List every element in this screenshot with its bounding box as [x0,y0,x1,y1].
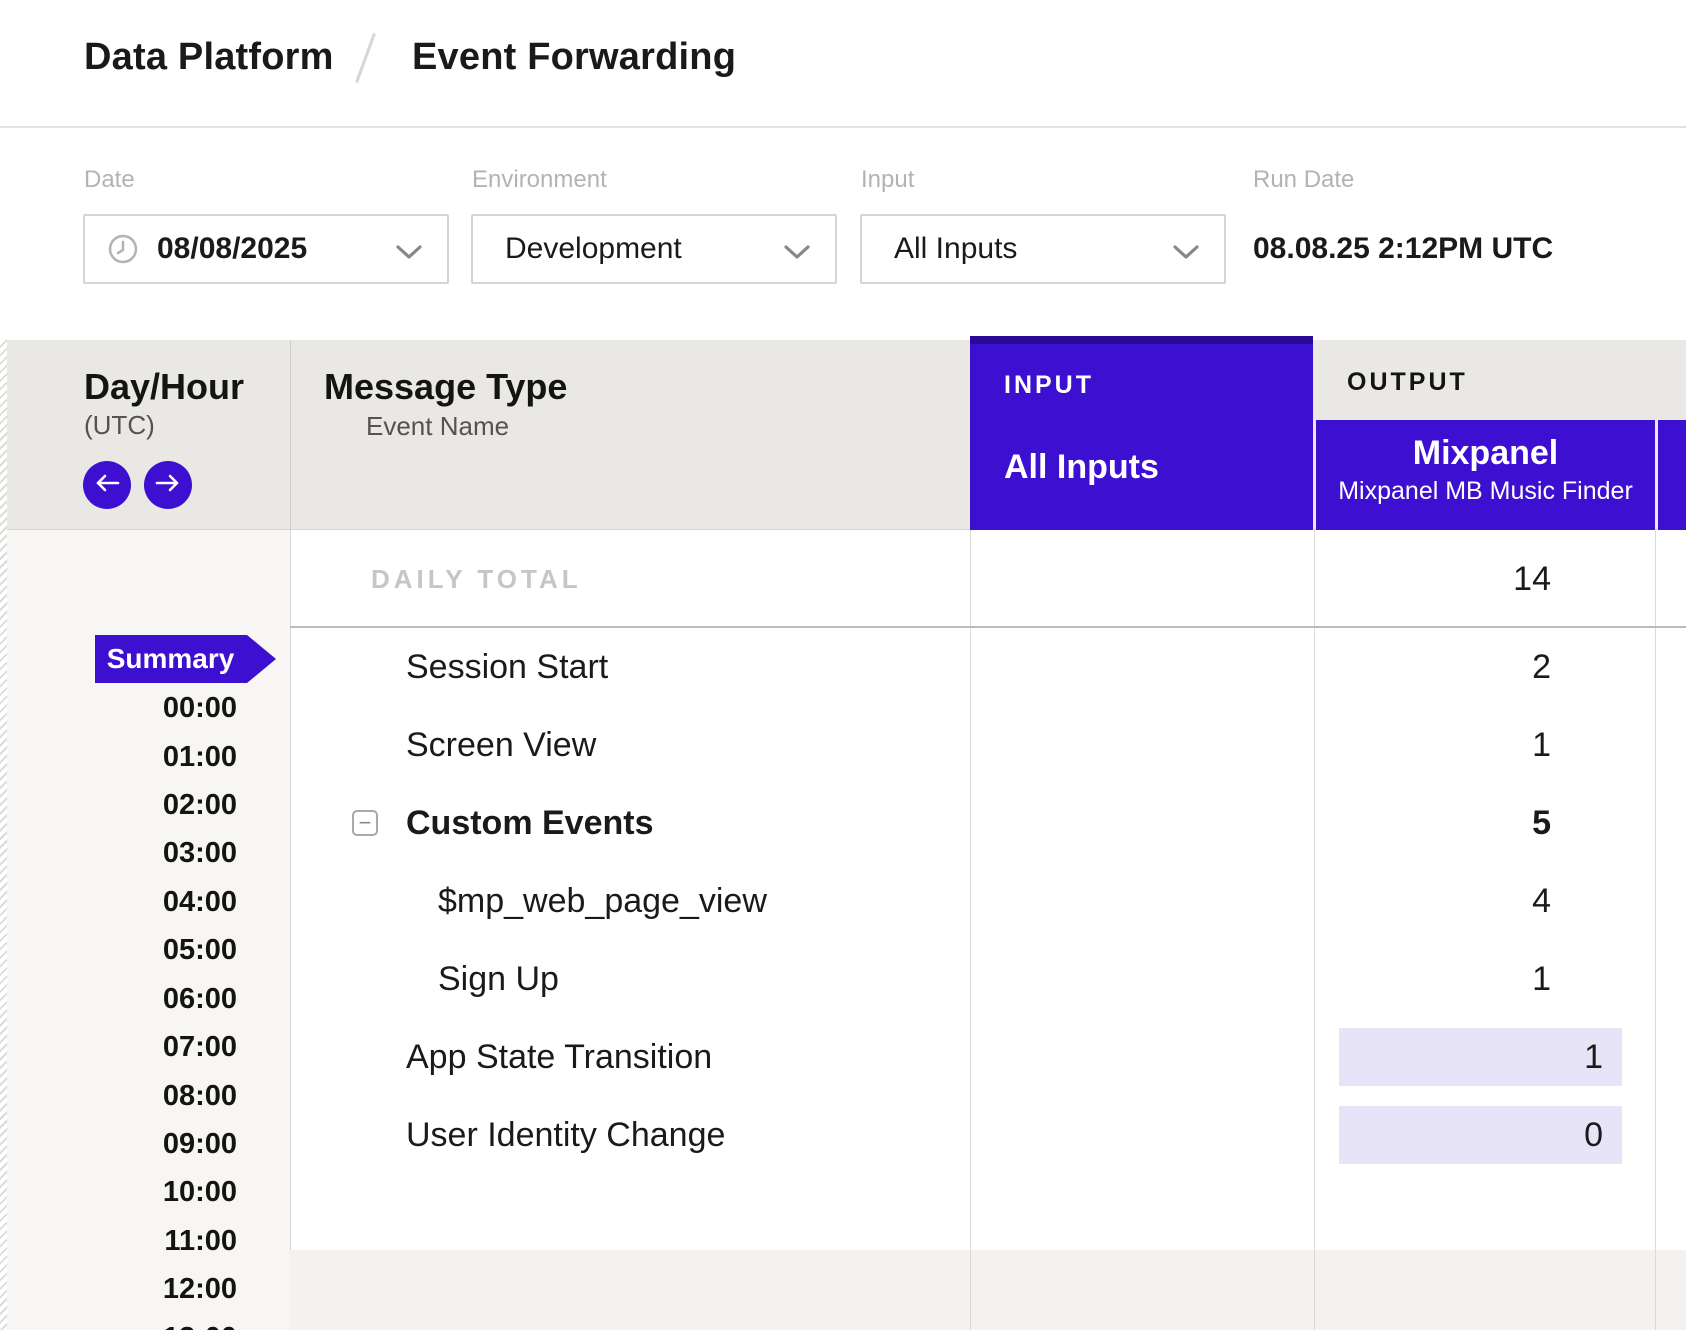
run-date-value: 08.08.25 2:12PM UTC [1253,232,1553,266]
breadcrumb-separator-icon [355,33,376,83]
breadcrumb-section[interactable]: Data Platform [84,36,334,79]
output-column-header-next-partial[interactable] [1658,420,1686,530]
table-row: Sign Up 1 1 [290,940,1686,1018]
output-column-header-mixpanel[interactable]: Mixpanel Mixpanel MB Music Finder [1316,420,1655,530]
chevron-down-icon [395,244,423,266]
arrow-left-icon [94,473,120,498]
input-column-header-strip [970,336,1313,344]
sidebar-item-hour[interactable]: 00:00 [0,688,237,728]
row-label: Session Start [406,628,608,706]
sidebar-item-hour[interactable]: 13:00 [0,1318,237,1330]
previous-day-button[interactable] [83,461,131,509]
environment-filter-label: Environment [472,166,607,194]
daily-total-row: DAILY TOTAL 14 9 [290,530,1686,628]
table-row: $mp_web_page_view 4 4 [290,862,1686,940]
input-column-name: All Inputs [1004,448,1159,487]
output-column-label: OUTPUT [1347,368,1468,397]
row-label: Custom Events [406,784,654,862]
row-output-value: 2 [1314,628,1686,706]
input-value: All Inputs [894,232,1017,266]
sidebar-item-summary[interactable]: Summary [95,635,276,683]
sidebar-item-hour[interactable]: 01:00 [0,737,237,777]
sidebar-item-hour[interactable]: 05:00 [0,930,237,970]
row-output-value-highlighted: 0 [1339,1106,1622,1164]
sidebar-item-hour[interactable]: 12:00 [0,1269,237,1309]
collapse-toggle-icon[interactable]: − [352,810,378,836]
header-column-divider [290,340,291,530]
daily-total-output-value: 9 [1314,530,1686,628]
environment-value: Development [505,232,682,266]
column-divider [1314,1250,1315,1330]
date-dropdown[interactable]: 08/08/2025 [83,214,449,284]
row-label: Screen View [406,706,596,784]
row-output-value: 1 [1314,940,1686,1018]
date-value: 08/08/2025 [157,232,307,266]
row-output-value-highlighted: 1 [1339,1028,1622,1086]
next-day-button[interactable] [144,461,192,509]
row-label: User Identity Change [406,1096,725,1174]
column-divider [970,1250,971,1330]
chevron-down-icon [783,244,811,266]
row-output-value: 4 [1314,862,1686,940]
sidebar-item-hour[interactable]: 10:00 [0,1172,237,1212]
date-filter-label: Date [84,166,135,194]
chevron-down-icon [1172,244,1200,266]
input-filter-label: Input [861,166,914,194]
sidebar-item-hour[interactable]: 08:00 [0,1076,237,1116]
row-label: App State Transition [406,1018,712,1096]
sidebar-item-hour[interactable]: 09:00 [0,1124,237,1164]
event-name-subheader: Event Name [366,411,509,442]
daily-total-label: DAILY TOTAL [371,564,582,595]
sidebar-item-hour[interactable]: 04:00 [0,882,237,922]
table-row: Session Start 2 2 [290,628,1686,706]
table-row: App State Transition 4 1 [290,1018,1686,1096]
arrow-right-icon [155,473,181,498]
row-output-value: 1 [1314,706,1686,784]
breadcrumb-bar: Data Platform Event Forwarding [0,0,1686,128]
sidebar-item-hour[interactable]: 06:00 [0,979,237,1019]
clock-icon [107,233,139,265]
row-label: Sign Up [438,940,559,1018]
day-hour-timezone: (UTC) [84,410,155,441]
environment-dropdown[interactable]: Development [471,214,837,284]
table-row: User Identity Change 2 0 [290,1096,1686,1174]
sidebar-item-hour[interactable]: 02:00 [0,785,237,825]
table-footer-band [290,1250,1686,1330]
event-forwarding-screen: Data Platform Event Forwarding Date Envi… [0,0,1686,1330]
input-dropdown[interactable]: All Inputs [860,214,1226,284]
column-divider [1655,1250,1656,1330]
table-row-group: − Custom Events 5 5 [290,784,1686,862]
sidebar-item-hour[interactable]: 11:00 [0,1221,237,1261]
sidebar-item-hour[interactable]: 03:00 [0,833,237,873]
page-title: Event Forwarding [412,36,736,79]
run-date-label: Run Date [1253,166,1354,194]
table-row: Screen View 1 1 [290,706,1686,784]
input-column-label: INPUT [1004,371,1094,400]
row-output-value: 5 [1314,784,1686,862]
day-hour-header: Day/Hour [84,366,244,408]
output-column-name: Mixpanel [1316,434,1655,473]
row-label: $mp_web_page_view [438,862,767,940]
sidebar-item-hour[interactable]: 07:00 [0,1027,237,1067]
input-column-header[interactable] [970,336,1313,530]
output-column-subtitle: Mixpanel MB Music Finder [1316,477,1655,506]
message-type-header: Message Type [324,366,567,408]
